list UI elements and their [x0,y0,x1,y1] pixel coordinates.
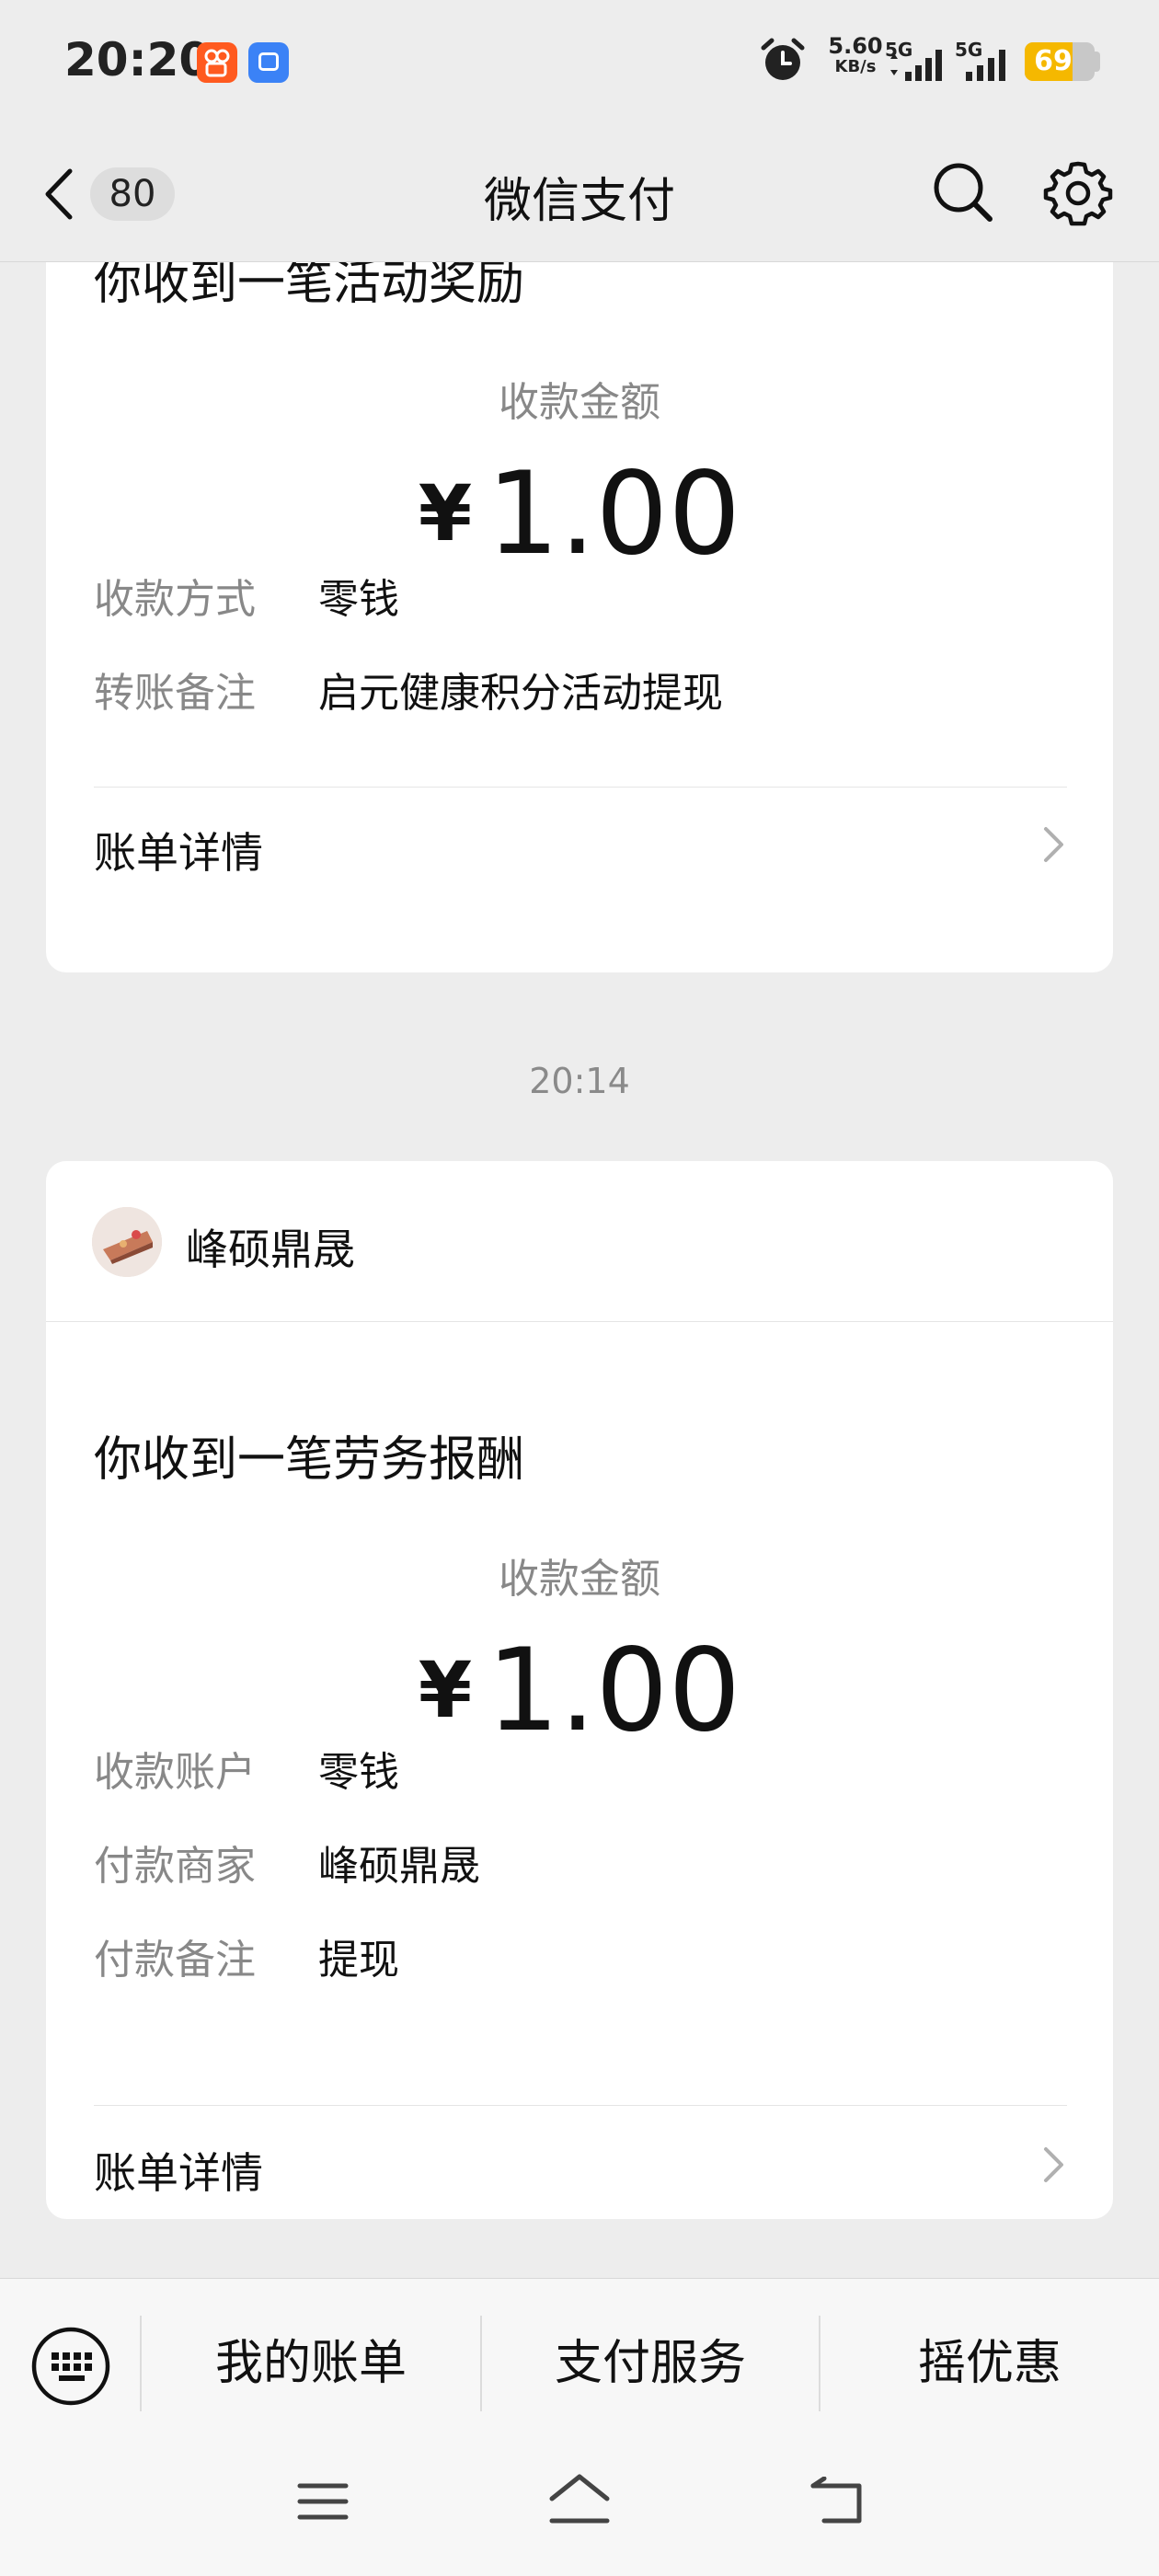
bill-details-link[interactable]: 账单详情 [94,2140,263,2201]
kuaishou-app-icon [197,42,237,83]
message-timestamp: 20:14 [529,1061,630,1101]
search-icon[interactable] [931,160,995,224]
signal-icon [890,50,942,81]
bottom-menu: 我的账单 支付服务 摇优惠 [0,2278,1159,2421]
unread-count-badge[interactable]: 80 [90,167,175,221]
network-speed-value: 5.60 [828,33,883,59]
message-heading: 你收到一笔劳务报酬 [94,1432,525,1488]
recent-apps-icon[interactable] [293,2477,353,2526]
row-label: 转账备注 [94,670,256,717]
row-value: 提现 [318,1937,399,1984]
payment-message-card: 峰硕鼎晟 你收到一笔劳务报酬 收款金额 ¥1.00 收款账户 零钱 付款商家 峰… [46,1161,1113,2219]
row-label: 收款账户 [94,1749,256,1796]
battery-tip [1095,52,1100,72]
settings-icon[interactable] [1043,158,1113,228]
row-label: 付款备注 [94,1937,256,1984]
nav-bar: 80 微信支付 [0,129,1159,262]
row-value: 启元健康积分活动提现 [318,670,723,717]
network-speed: 5.60 KB/s [819,35,892,75]
back-icon[interactable] [40,164,77,224]
row-label: 付款商家 [94,1843,256,1890]
payment-message-card: 你收到一笔活动奖励 收款金额 ¥1.00 收款方式 零钱 转账备注 启元健康积分… [46,262,1113,972]
divider [94,787,1067,788]
amount-label: 收款金额 [499,379,660,426]
page-title: 微信支付 [483,174,675,229]
alarm-icon [761,38,805,80]
row-label: 收款方式 [94,576,256,623]
menu-payment-services[interactable]: 支付服务 [482,2316,819,2411]
chevron-right-icon [1044,2147,1063,2182]
divider [94,2105,1067,2106]
menu-shake-offers[interactable]: 摇优惠 [820,2316,1159,2411]
amount-label: 收款金额 [499,1556,660,1603]
bill-details-link[interactable]: 账单详情 [94,820,263,880]
merchant-name[interactable]: 峰硕鼎晟 [186,1216,355,1277]
signal-icon [966,50,1005,81]
system-nav-bar [0,2420,1159,2576]
battery-level: 69 [1034,45,1073,77]
currency-symbol: ¥ [418,468,473,558]
currency-symbol: ¥ [418,1645,473,1735]
row-value: 零钱 [318,1749,399,1796]
message-heading: 你收到一笔活动奖励 [94,262,525,311]
status-time: 20:20 [64,33,212,86]
divider [46,1321,1113,1322]
message-list[interactable]: 你收到一笔活动奖励 收款金额 ¥1.00 收款方式 零钱 转账备注 启元健康积分… [0,262,1159,2278]
amount-value: ¥1.00 [46,448,1113,581]
chevron-right-icon [1044,827,1063,862]
home-icon[interactable] [545,2471,614,2528]
amount-number: 1.00 [487,1625,741,1757]
network-speed-unit: KB/s [834,57,877,76]
keyboard-icon[interactable] [29,2325,112,2408]
status-bar: 20:20 5.60 KB/s 5G 5G 69 [0,0,1159,129]
battery-icon: 69 [1025,42,1095,81]
row-value: 零钱 [318,576,399,623]
menu-my-bills[interactable]: 我的账单 [142,2316,480,2411]
message-app-icon [248,42,289,83]
amount-number: 1.00 [487,448,741,581]
amount-value: ¥1.00 [46,1625,1113,1757]
merchant-avatar[interactable] [92,1207,162,1277]
row-value: 峰硕鼎晟 [318,1843,480,1890]
back-nav-icon[interactable] [804,2477,870,2528]
